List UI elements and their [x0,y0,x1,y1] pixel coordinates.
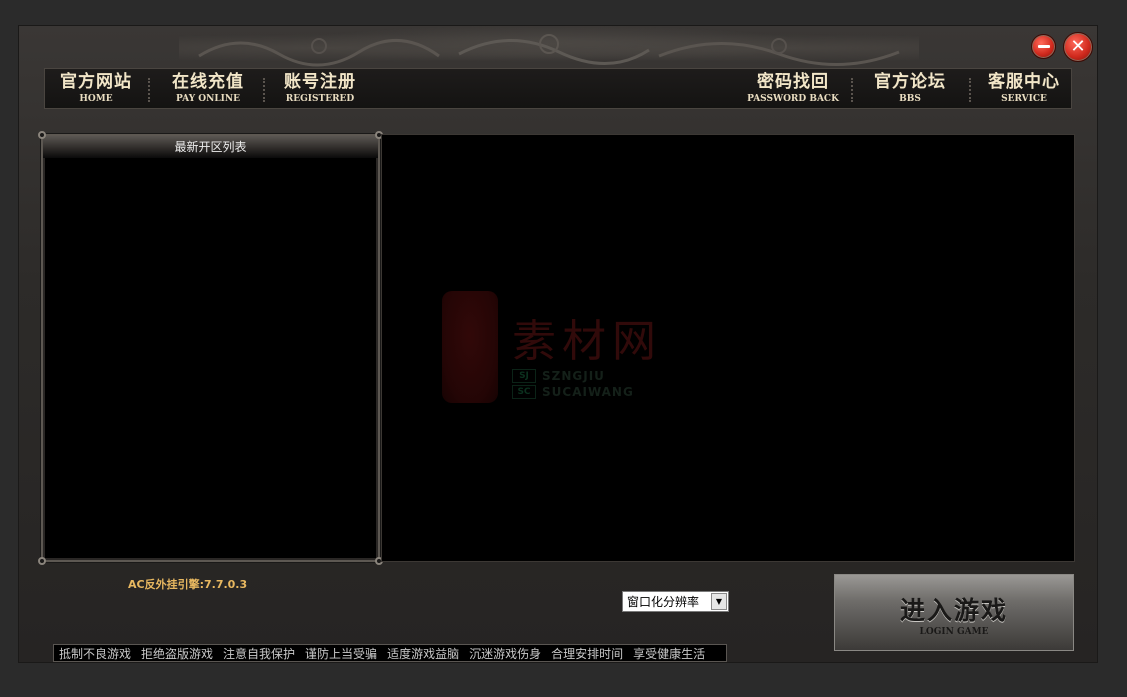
seal-logo [442,291,498,403]
nav-home-en: HOME [79,94,113,104]
nav-separator [969,78,971,102]
minimize-button[interactable] [1031,34,1056,59]
panel-corner-ornament [38,131,46,139]
nav-register-cn: 账号注册 [284,72,356,92]
health-notice-item: 享受健康生活 [633,646,706,661]
watermark-badge-sc: SC [512,385,536,399]
nav-register[interactable]: 账号注册 REGISTERED [283,71,357,107]
login-button-en: LOGIN GAME [919,627,989,637]
nav-pay-en: PAY ONLINE [176,94,240,104]
nav-service[interactable]: 客服中心 SERVICE [987,71,1061,107]
resolution-select[interactable]: 窗口化分辨率 ▼ [622,591,729,612]
nav-password-back[interactable]: 密码找回 PASSWORD BACK [745,71,841,107]
server-list-title: 最新开区列表 [43,136,378,158]
nav-separator [148,78,150,102]
health-notice-item: 合理安排时间 [551,646,624,661]
watermark: 素材网 SJ SC SZNGJIU SUCAIWANG [442,291,702,411]
launcher-window: ✕ 官方网站 HOME 在线充值 PAY ONLINE 账号注册 REGISTE… [18,25,1098,663]
nav-password-en: PASSWORD BACK [747,94,839,104]
news-browser-view[interactable]: 素材网 SJ SC SZNGJIU SUCAIWANG [381,134,1075,562]
nav-service-en: SERVICE [1001,94,1047,104]
health-notice-item: 沉迷游戏伤身 [469,646,542,661]
health-notice-item: 谨防上当受骗 [305,646,378,661]
nav-home-cn: 官方网站 [60,72,132,92]
resolution-selected-value: 窗口化分辨率 [627,595,700,609]
nav-separator [851,78,853,102]
nav-password-cn: 密码找回 [757,72,829,92]
panel-corner-ornament [38,557,46,565]
nav-bbs[interactable]: 官方论坛 BBS [873,71,947,107]
health-notice-item: 拒绝盗版游戏 [141,646,214,661]
login-button-cn: 进入游戏 [899,596,1008,625]
nav-bbs-cn: 官方论坛 [874,72,946,92]
nav-bbs-en: BBS [899,94,921,104]
login-game-button[interactable]: 进入游戏 LOGIN GAME [834,574,1074,651]
nav-home[interactable]: 官方网站 HOME [59,71,133,107]
nav-service-cn: 客服中心 [988,72,1060,92]
health-notice-item: 适度游戏益脑 [387,646,460,661]
top-ornament [179,26,919,70]
health-notice-item: 注意自我保护 [223,646,296,661]
minus-icon [1037,45,1050,48]
x-icon: ✕ [1070,36,1086,57]
ornament-pattern [198,34,900,67]
health-notice-item: 抵制不良游戏 [59,646,132,661]
dropdown-arrow-icon[interactable]: ▼ [711,593,727,610]
nav-register-en: REGISTERED [285,94,355,104]
nav-separator [263,78,265,102]
anticheat-version: AC反外挂引擎:7.7.0.3 [128,578,248,591]
watermark-line-1: SZNGJIU [542,369,605,383]
health-notice-bar: 抵制不良游戏 拒绝盗版游戏 注意自我保护 谨防上当受骗 适度游戏益脑 沉迷游戏伤… [53,644,727,662]
server-list-panel[interactable]: 最新开区列表 [38,131,383,565]
nav-pay-online[interactable]: 在线充值 PAY ONLINE [171,71,245,107]
watermark-badge-sj: SJ [512,369,536,383]
watermark-line-2: SUCAIWANG [542,385,634,399]
watermark-title: 素材网 [512,316,662,367]
nav-pay-cn: 在线充值 [172,72,244,92]
top-navigation: 官方网站 HOME 在线充值 PAY ONLINE 账号注册 REGISTERE… [44,68,1072,109]
close-button[interactable]: ✕ [1063,32,1093,62]
